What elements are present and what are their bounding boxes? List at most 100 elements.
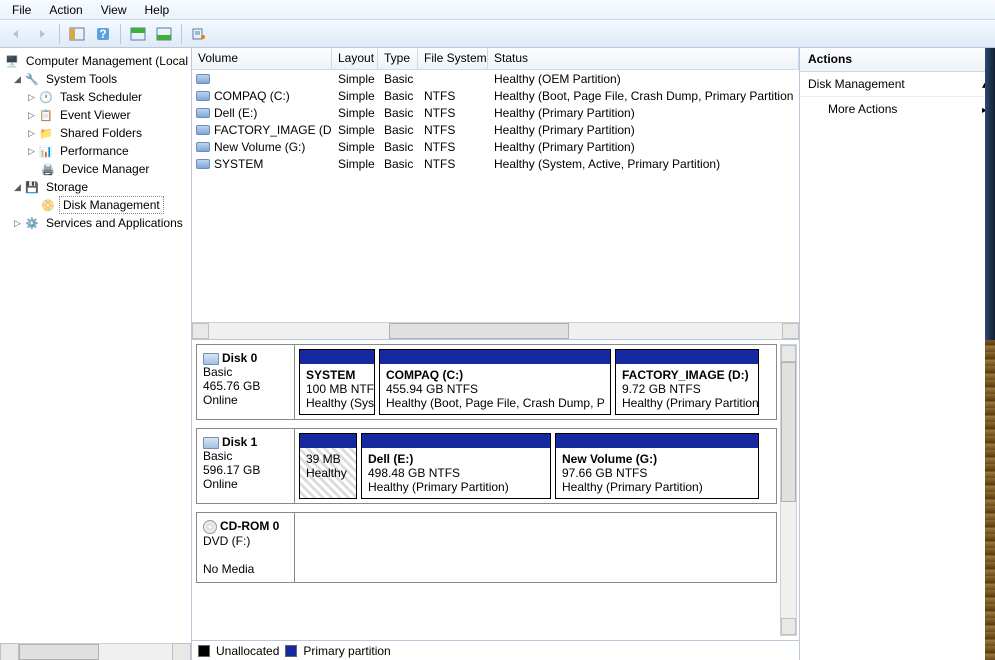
legend-primary: Primary partition [303,644,390,658]
volume-type: Basic [378,157,418,171]
event-icon: 📋 [38,107,54,123]
desktop-edge [985,340,995,660]
help-button[interactable]: ? [91,23,115,45]
partition[interactable]: 39 MBHealthy [299,433,357,499]
tree-h-scrollbar[interactable] [0,643,191,660]
tree-performance[interactable]: ▷📊Performance [0,142,191,160]
view-bottom-button[interactable] [152,23,176,45]
computer-icon: 🖥️ [4,53,20,69]
menu-action[interactable]: Action [41,1,90,19]
partition-stripe [300,434,356,448]
volume-row[interactable]: COMPAQ (C:)SimpleBasicNTFSHealthy (Boot,… [192,87,799,104]
settings-button[interactable] [187,23,211,45]
tree-root[interactable]: 🖥️Computer Management (Local [0,52,191,70]
partition[interactable]: New Volume (G:)97.66 GB NTFSHealthy (Pri… [555,433,759,499]
actions-more[interactable]: More Actions [800,97,995,121]
disk-block[interactable]: Disk 0Basic465.76 GBOnlineSYSTEM100 MB N… [196,344,777,420]
partition[interactable]: COMPAQ (C:)455.94 GB NTFSHealthy (Boot, … [379,349,611,415]
expand-icon[interactable]: ▷ [26,92,37,103]
storage-icon: 💾 [24,179,40,195]
partition-status: Healthy (Primary Partition) [622,396,752,410]
volume-row[interactable]: SimpleBasic Healthy (OEM Partition) [192,70,799,87]
tree-label: Performance [57,143,132,159]
volume-name: New Volume (G:) [214,140,305,154]
col-type[interactable]: Type [378,48,418,69]
disk-block[interactable]: CD-ROM 0DVD (F:)No Media [196,512,777,583]
col-filesystem[interactable]: File System [418,48,488,69]
volume-row[interactable]: New Volume (G:)SimpleBasicNTFSHealthy (P… [192,138,799,155]
svg-text:?: ? [99,27,106,41]
tree-event-viewer[interactable]: ▷📋Event Viewer [0,106,191,124]
legend-primary-swatch [285,645,297,657]
col-volume[interactable]: Volume [192,48,332,69]
volume-fs: NTFS [418,106,488,120]
volume-name: SYSTEM [214,157,263,171]
menu-help[interactable]: Help [137,1,178,19]
volume-layout: Simple [332,72,378,86]
services-icon: ⚙️ [24,215,40,231]
hdd-icon [203,353,219,365]
cdrom-icon [203,520,217,534]
partition-size: 455.94 GB NTFS [386,382,604,396]
actions-panel: Actions Disk Management More Actions [800,48,995,660]
tree-disk-management[interactable]: 📀Disk Management [0,196,191,214]
partition-size: 9.72 GB NTFS [622,382,752,396]
volume-row[interactable]: SYSTEM SimpleBasicNTFSHealthy (System, Ac… [192,155,799,172]
volume-icon [196,125,210,135]
volume-icon [196,74,210,84]
partition-stripe [300,350,374,364]
partition[interactable]: FACTORY_IMAGE (D:)9.72 GB NTFSHealthy (P… [615,349,759,415]
menu-file[interactable]: File [4,1,39,19]
volume-fs: NTFS [418,140,488,154]
partition-name: FACTORY_IMAGE (D:) [622,368,752,382]
expand-icon[interactable]: ▷ [26,110,37,121]
view-top-button[interactable] [126,23,150,45]
collapse-icon[interactable]: ◢ [12,182,23,193]
volume-layout: Simple [332,89,378,103]
tree-device-manager[interactable]: 🖨️Device Manager [0,160,191,178]
volume-status: Healthy (System, Active, Primary Partiti… [488,157,799,171]
collapse-icon[interactable]: ◢ [12,74,23,85]
partition-status: Healthy [306,466,350,480]
disk-type: Basic [203,449,288,463]
disk-type: Basic [203,365,288,379]
partition[interactable]: Dell (E:)498.48 GB NTFSHealthy (Primary … [361,433,551,499]
volume-type: Basic [378,140,418,154]
tree-label: Storage [43,179,91,195]
expand-icon[interactable]: ▷ [26,146,37,157]
expand-icon[interactable]: ▷ [12,218,23,229]
volume-status: Healthy (OEM Partition) [488,72,799,86]
partition-size: 39 MB [306,452,350,466]
tree-root-label: Computer Management (Local [23,53,191,69]
volume-fs: NTFS [418,157,488,171]
volume-layout: Simple [332,157,378,171]
menu-view[interactable]: View [93,1,135,19]
volume-row[interactable]: FACTORY_IMAGE (D:)SimpleBasicNTFSHealthy… [192,121,799,138]
partition-stripe [556,434,758,448]
disk-partitions: SYSTEM100 MB NTFHealthy (SysCOMPAQ (C:)4… [295,345,776,419]
volume-icon [196,159,210,169]
tree-shared-folders[interactable]: ▷📁Shared Folders [0,124,191,142]
tree-storage[interactable]: ◢💾Storage [0,178,191,196]
volume-name: Dell (E:) [214,106,257,120]
expand-icon[interactable]: ▷ [26,128,37,139]
volume-fs: NTFS [418,89,488,103]
tree-system-tools[interactable]: ◢🔧System Tools [0,70,191,88]
disk-size: 596.17 GB [203,463,288,477]
partition-status: Healthy (Sys [306,396,368,410]
show-hide-tree-button[interactable] [65,23,89,45]
tree-task-scheduler[interactable]: ▷🕐Task Scheduler [0,88,191,106]
hdd-icon [203,437,219,449]
volume-row[interactable]: Dell (E:)SimpleBasicNTFSHealthy (Primary… [192,104,799,121]
partition[interactable]: SYSTEM100 MB NTFHealthy (Sys [299,349,375,415]
volume-type: Basic [378,72,418,86]
volume-h-scrollbar[interactable] [192,322,799,339]
legend-unallocated-swatch [198,645,210,657]
col-layout[interactable]: Layout [332,48,378,69]
tree-services[interactable]: ▷⚙️Services and Applications [0,214,191,232]
actions-disk-management[interactable]: Disk Management [800,72,995,97]
tree-label: Task Scheduler [57,89,145,105]
disk-v-scrollbar[interactable] [780,344,797,636]
col-status[interactable]: Status [488,48,799,69]
disk-block[interactable]: Disk 1Basic596.17 GBOnline39 MBHealthyDe… [196,428,777,504]
